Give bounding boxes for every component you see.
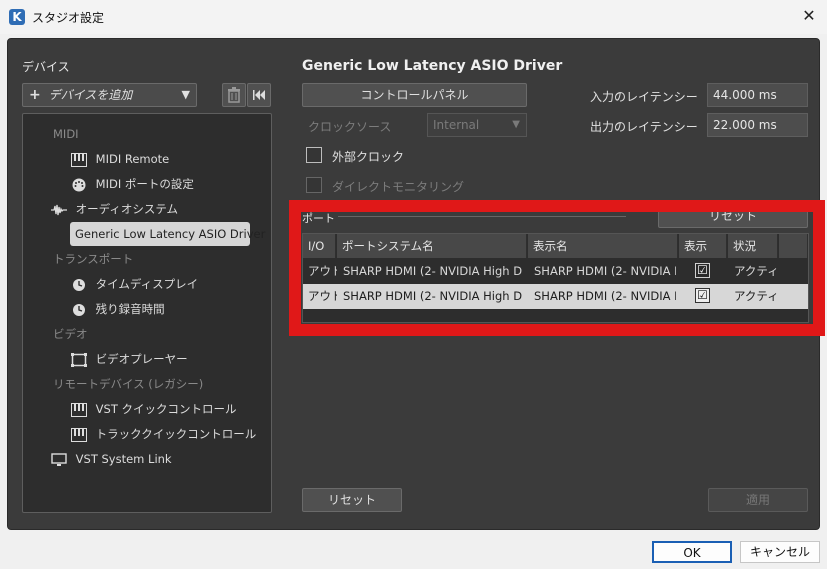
window-title: スタジオ設定: [32, 11, 105, 25]
midi-keyboard-icon: [71, 402, 87, 417]
input-latency-value: 44.000 ms: [707, 83, 808, 107]
midi-keyboard-icon: [71, 427, 87, 442]
delete-device-button[interactable]: [222, 83, 246, 107]
reset-device-button[interactable]: [247, 83, 271, 107]
clock-icon: [73, 303, 85, 316]
output-latency-value: 22.000 ms: [707, 113, 808, 137]
tree-item-label: MIDI ポートの設定: [95, 177, 194, 191]
clock-source-value: Internal: [433, 118, 480, 132]
tree-item-vst-quick-controls[interactable]: VST クイックコントロール: [71, 398, 237, 420]
tree-item-label: タイムディスプレイ: [95, 277, 199, 291]
tree-item-time-display[interactable]: タイムディスプレイ: [71, 273, 198, 295]
clock-source-select[interactable]: Internal ▼: [427, 113, 527, 137]
tree-category-transport: トランスポート: [53, 252, 134, 266]
direct-monitoring-label: ダイレクトモニタリング: [332, 180, 465, 194]
output-latency-label: 出力のレイテンシー: [590, 120, 698, 134]
tree-group-audio-system[interactable]: オーディオシステム: [51, 198, 178, 220]
device-tree[interactable]: MIDI MIDI Remote MIDI ポートの設定 オーディオシステム G…: [22, 113, 272, 513]
devices-heading: デバイス: [22, 60, 70, 74]
trash-icon: [228, 87, 240, 103]
tree-item-label: VST System Link: [75, 452, 172, 466]
waveform-icon: [51, 204, 67, 215]
cancel-button[interactable]: キャンセル: [740, 541, 820, 563]
driver-title: Generic Low Latency ASIO Driver: [302, 58, 563, 74]
tree-item-midi-remote[interactable]: MIDI Remote: [71, 148, 169, 170]
tree-item-midi-port-settings[interactable]: MIDI ポートの設定: [71, 173, 194, 195]
control-panel-button[interactable]: コントロールパネル: [302, 83, 527, 107]
film-icon: [71, 352, 87, 367]
title-bar: K スタジオ設定 ✕: [0, 0, 827, 34]
tree-item-track-quick-controls[interactable]: トラッククイックコントロール: [71, 423, 256, 445]
tree-item-asio-driver[interactable]: Generic Low Latency ASIO Driver: [70, 222, 265, 246]
reset-button[interactable]: リセット: [302, 488, 402, 512]
cubase-app-icon: K: [9, 9, 25, 25]
tree-item-label: トラッククイックコントロール: [95, 427, 257, 441]
tree-category-remote-devices-legacy: リモートデバイス (レガシー): [53, 377, 204, 391]
tree-category-video: ビデオ: [53, 327, 88, 341]
external-clock-checkbox[interactable]: [306, 147, 322, 163]
clock-source-label: クロックソース: [308, 120, 392, 134]
tree-item-remaining-record-time[interactable]: 残り録音時間: [71, 298, 165, 320]
tree-item-label: VST クイックコントロール: [95, 402, 237, 416]
rewind-icon: [253, 90, 265, 100]
plus-icon: +: [29, 87, 41, 103]
input-latency-label: 入力のレイテンシー: [590, 90, 698, 104]
monitor-icon: [51, 452, 67, 466]
highlight-annotation-frame: [289, 200, 825, 336]
external-clock-label: 外部クロック: [332, 150, 405, 164]
add-device-label: デバイスを追加: [48, 88, 133, 102]
midi-keyboard-icon: [71, 152, 87, 167]
add-device-dropdown[interactable]: + デバイスを追加 ▼: [22, 83, 197, 107]
tree-item-label: ビデオプレーヤー: [95, 352, 188, 366]
close-icon[interactable]: ✕: [799, 6, 819, 26]
direct-monitoring-checkbox[interactable]: [306, 177, 322, 193]
tree-item-label: 残り録音時間: [95, 302, 165, 316]
tree-category-midi: MIDI: [53, 127, 79, 141]
ok-button[interactable]: OK: [652, 541, 732, 563]
tree-item-label: MIDI Remote: [95, 152, 170, 166]
tree-item-label: オーディオシステム: [75, 202, 179, 216]
tree-item-video-player[interactable]: ビデオプレーヤー: [71, 348, 188, 370]
tree-item-vst-system-link[interactable]: VST System Link: [51, 448, 172, 470]
chevron-down-icon: ▼: [181, 88, 190, 101]
clock-icon: [73, 278, 85, 291]
apply-button[interactable]: 適用: [708, 488, 808, 512]
midi-port-icon: [72, 178, 86, 191]
chevron-down-icon: ▼: [512, 119, 520, 130]
